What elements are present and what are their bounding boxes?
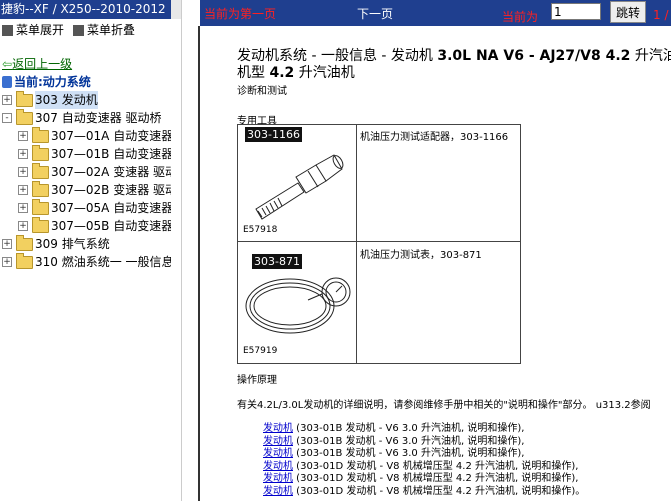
row-divider — [356, 241, 520, 242]
current-page-text[interactable]: 当前为第一页 — [204, 5, 276, 22]
expand-icon — [2, 25, 13, 36]
tree-item-label: 309 排气系统 — [35, 237, 110, 251]
tree-item-label: 307—02A 变速器 驱动 — [51, 165, 171, 179]
tool-figure-2: E57919 — [243, 346, 278, 356]
tree-item-label: 303 发动机 — [35, 91, 98, 109]
current-section: 当前:动力系统 — [2, 73, 91, 90]
tool-figure-1: E57918 — [243, 225, 278, 235]
menu-collapse-button[interactable]: 菜单折叠 — [71, 21, 135, 38]
expand-node-icon[interactable]: + — [2, 95, 12, 105]
reference-row: 发动机 (303-01D 发动机 - V8 机械增压型 4.2 升汽油机, 说明… — [263, 482, 585, 497]
expand-node-icon[interactable]: + — [2, 257, 12, 267]
expand-node-icon[interactable]: + — [2, 239, 12, 249]
expand-node-icon[interactable]: + — [18, 149, 28, 159]
nav-pane: 捷豹--XF / X250--2010-2012 菜单展开 菜单折叠 ⇦返回上一… — [0, 0, 171, 501]
go-button[interactable]: 跳转 — [610, 1, 646, 23]
collapse-node-icon[interactable]: - — [2, 113, 12, 123]
expand-node-icon[interactable]: + — [18, 203, 28, 213]
folder-icon — [32, 145, 49, 161]
folder-icon — [32, 127, 49, 143]
document-view: 发动机系统 - 一般信息 - 发动机 3.0L NA V6 - AJ27/V8 … — [200, 26, 671, 501]
current-section-icon — [2, 76, 12, 88]
tools-table: 303-1166 E57918 机油压力测试适配器，303-1166 303-8… — [237, 124, 521, 364]
back-link[interactable]: ⇦返回上一级 — [2, 55, 72, 72]
adapter-drawing — [255, 154, 344, 220]
nav-scrollbar[interactable] — [171, 0, 181, 19]
tree-item-label: 307—02B 变速器 驱动 — [51, 183, 171, 197]
tool-image-1: 303-1166 E57918 — [238, 125, 357, 242]
page-number-input[interactable] — [551, 3, 601, 20]
next-page-link[interactable]: 下一页 — [357, 5, 393, 22]
tool-image-2: 303-871 E57919 — [238, 242, 357, 363]
doc-subtitle: 诊断和测试 — [237, 86, 287, 97]
principle-heading: 操作原理 — [237, 375, 277, 386]
page-count: 1 / — [653, 8, 669, 22]
tool-name-1: 机油压力测试适配器，303-1166 — [360, 132, 509, 143]
page-toolbar: 当前为第一页 下一页 当前为 跳转 1 / — [200, 0, 671, 26]
doc-title: 发动机系统 - 一般信息 - 发动机 3.0L NA V6 - AJ27/V8 … — [237, 48, 671, 81]
tool-name-2: 机油压力测试表，303-871 — [360, 250, 482, 261]
tree-item-label: 307—01B 自动变速器 — [51, 147, 171, 161]
folder-icon — [16, 91, 33, 107]
tree-item-label: 307—05A 自动变速器 — [51, 201, 171, 215]
expand-node-icon[interactable]: + — [18, 185, 28, 195]
folder-icon — [16, 235, 33, 251]
expand-node-icon[interactable]: + — [18, 167, 28, 177]
collapse-icon — [73, 25, 84, 36]
tree-item-label: 307—05B 自动变速器 — [51, 219, 171, 233]
expand-node-icon[interactable]: + — [18, 131, 28, 141]
engine-link[interactable]: 发动机 — [263, 486, 293, 497]
folder-icon — [16, 253, 33, 269]
tree-item-label: 310 燃油系统一 一般信息 — [35, 255, 171, 269]
back-arrow-icon: ⇦ — [2, 57, 13, 71]
folder-icon — [32, 199, 49, 215]
reference-text: (303-01D 发动机 - V8 机械增压型 4.2 升汽油机, 说明和操作)… — [293, 485, 586, 497]
folder-icon — [32, 181, 49, 197]
principle-text: 有关4.2L/3.0L发动机的详细说明，请参阅维修手册中相关的"说明和操作"部分… — [237, 400, 651, 411]
folder-icon — [32, 163, 49, 179]
folder-icon — [32, 217, 49, 233]
tree-item-label: 307—01A 自动变速器 — [51, 129, 171, 143]
tree-item-label: 307 自动变速器 驱动桥 — [35, 111, 162, 125]
folder-icon — [16, 109, 33, 125]
page-input-label: 当前为 — [502, 10, 539, 24]
menu-expand-button[interactable]: 菜单展开 — [0, 21, 64, 38]
expand-node-icon[interactable]: + — [18, 221, 28, 231]
nav-title: 捷豹--XF / X250--2010-2012 — [0, 0, 171, 19]
gauge-drawing — [245, 277, 351, 334]
